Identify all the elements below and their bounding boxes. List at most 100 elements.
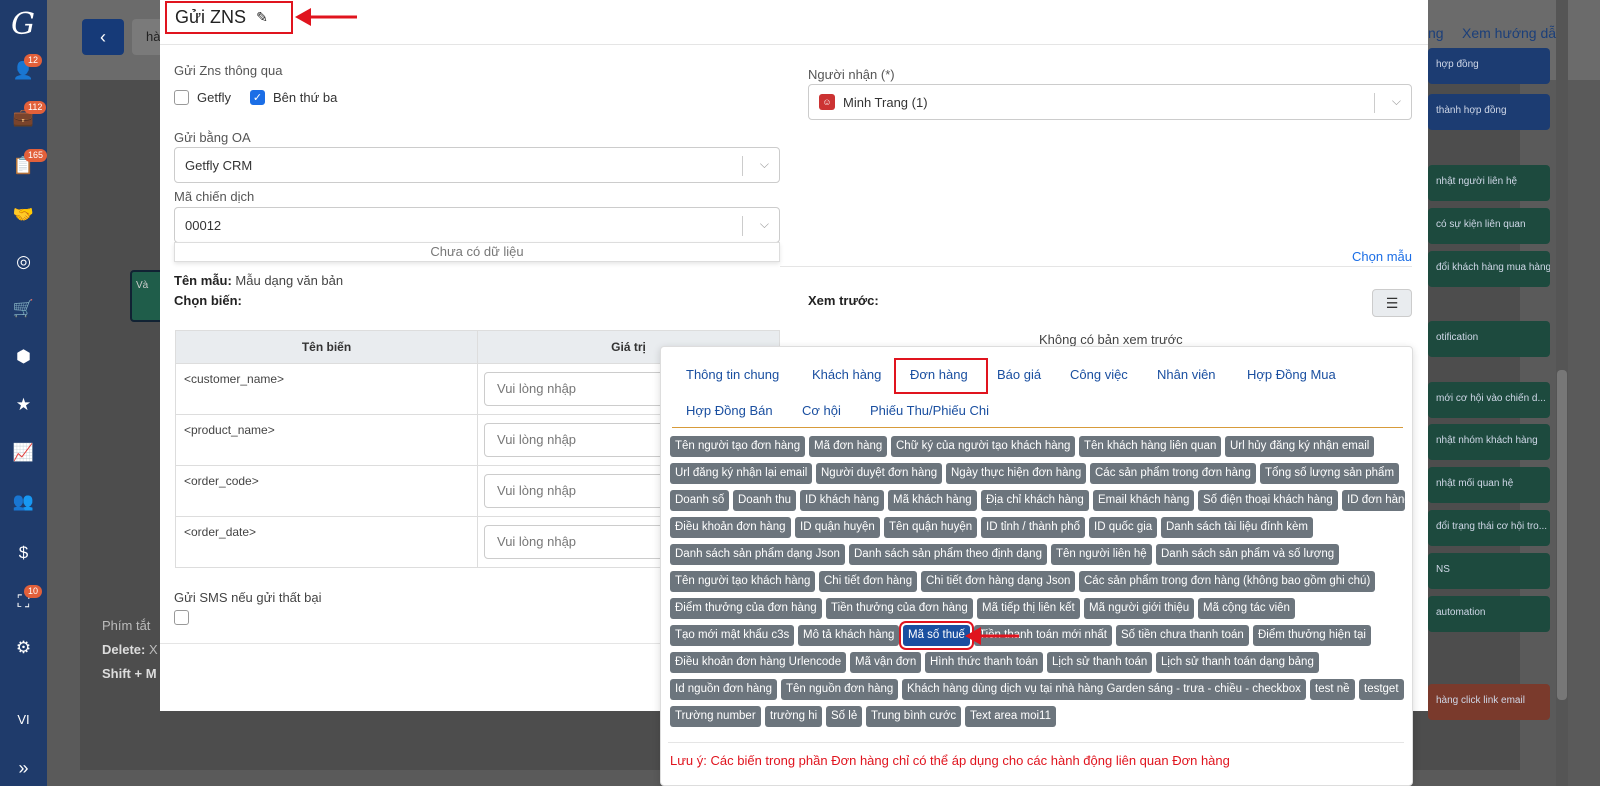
variable-tag[interactable]: Điểm thưởng hiện tại [1253,625,1371,646]
variable-tag[interactable]: Danh sách tài liệu đính kèm [1161,517,1313,538]
variable-tag[interactable]: Trường number [670,706,761,727]
tab-1[interactable]: Khách hàng [812,367,881,382]
sidebar-expand-icon[interactable]: » [0,758,47,779]
action-item[interactable]: nhật người liên hệ [1428,165,1550,201]
variable-tag[interactable]: Mã đơn hàng [809,436,888,457]
action-item[interactable]: nhật mối quan hệ [1428,467,1550,503]
scrollbar-thumb[interactable] [1557,370,1567,700]
tag-selected[interactable]: Mã số thuế [903,625,970,646]
variable-tag[interactable]: Text area moi11 [965,706,1056,727]
action-item[interactable]: NS [1428,553,1550,589]
sidebar-boxes-icon[interactable]: ⬢ [0,342,47,372]
header-link-partial[interactable]: ng [1428,25,1444,41]
tab-6[interactable]: Hợp Đồng Mua [1247,367,1336,382]
sidebar-user-icon[interactable]: 👥 [0,487,47,517]
var-value-input[interactable]: Vui lòng nhập [484,474,684,508]
sidebar-handshake-icon[interactable]: 🤝 [0,200,47,230]
variable-tag[interactable]: ID đơn hàng [1342,490,1405,511]
tab-7[interactable]: Hợp Đồng Bán [686,403,773,418]
sidebar-dollar-icon[interactable]: $ [0,538,47,568]
checkbox-box[interactable] [174,90,189,105]
action-item[interactable]: hàng click link email [1428,684,1550,720]
variable-tag[interactable]: ID quận huyện [795,517,880,538]
background-search[interactable]: hà [132,19,162,55]
variable-tag[interactable]: Mã vận đơn [850,652,922,673]
app-logo-icon[interactable]: G [4,6,42,42]
variable-tag[interactable]: Điều khoản đơn hàng Urlencode [670,652,847,673]
choose-template-link[interactable]: Chọn mẫu [1352,249,1412,264]
checkbox-getfly[interactable]: Getfly [174,90,231,105]
campaign-select[interactable]: 00012 ⌵ [174,207,780,243]
tab-8[interactable]: Cơ hội [802,403,841,418]
variable-tag[interactable]: Doanh số [670,490,730,511]
variable-tag[interactable]: ID khách hàng [800,490,885,511]
variable-tag[interactable]: Doanh thu [733,490,797,511]
variable-tag[interactable]: Tên người liên hệ [1051,544,1152,565]
variable-tag[interactable]: Url đăng ký nhận lại email [670,463,813,484]
sidebar-target-icon[interactable]: ◎ [0,247,47,277]
variable-tag[interactable]: Địa chỉ khách hàng [981,490,1089,511]
variable-tag[interactable]: Danh sách sản phẩm và số lượng [1156,544,1340,565]
variable-tag[interactable]: testget [1359,679,1404,700]
variable-tag[interactable]: Số điện thoại khách hàng [1198,490,1338,511]
variable-tag[interactable]: Điểm thưởng của đơn hàng [670,598,822,619]
check-icon[interactable]: ✓ [250,90,265,105]
action-item[interactable]: đổi khách hàng mua hàng [1428,251,1550,287]
variable-tag[interactable]: Mã khách hàng [888,490,977,511]
variable-tag[interactable]: Khách hàng dùng dịch vụ tại nhà hàng Gar… [902,679,1306,700]
action-item[interactable]: mới cơ hội vào chiến d... [1428,382,1550,418]
variable-tag[interactable]: Danh sách sản phẩm theo định dạng [849,544,1047,565]
sidebar-gear-icon[interactable]: ⚙ [0,633,47,663]
variable-tag[interactable]: Tên người tạo khách hàng [670,571,816,592]
variable-tag[interactable]: Url hủy đăng ký nhận email [1225,436,1375,457]
back-button[interactable]: ‹ [82,19,124,55]
action-item[interactable]: automation [1428,596,1550,632]
tab-0[interactable]: Thông tin chung [686,367,779,382]
var-value-input[interactable]: Vui lòng nhập [484,525,684,559]
variable-tag[interactable]: Chi tiết đơn hàng dạng Json [921,571,1076,592]
list-icon[interactable]: ☰ [1372,289,1412,317]
variable-tag[interactable]: Số lẻ [826,706,863,727]
checkbox-third-party[interactable]: ✓ Bên thứ ba [250,90,337,105]
var-value-input[interactable]: Vui lòng nhập [484,423,684,457]
action-item[interactable]: thành hợp đồng [1428,94,1550,130]
oa-select[interactable]: Getfly CRM ⌵ [174,147,780,183]
variable-tag[interactable]: ID tỉnh / thành phố [981,517,1085,538]
action-item[interactable]: có sự kiện liên quan [1428,208,1550,244]
variable-tag[interactable]: Lịch sử thanh toán dạng bảng [1156,652,1319,673]
tab-3[interactable]: Báo giá [997,367,1041,382]
action-item[interactable]: otification [1428,321,1550,357]
variable-tag[interactable]: Email khách hàng [1093,490,1195,511]
tab-9[interactable]: Phiếu Thu/Phiếu Chi [870,403,989,418]
variable-tag[interactable]: Mô tả khách hàng [798,625,900,646]
variable-tag[interactable]: Tên người tạo đơn hàng [670,436,806,457]
variable-tag[interactable]: Mã người giới thiệu [1084,598,1195,619]
variable-tag[interactable]: Tạo mới mật khẩu c3s [670,625,795,646]
sidebar-cart-icon[interactable]: 🛒 [0,294,47,324]
language-switch[interactable]: VI [0,712,47,727]
pencil-icon[interactable]: ✎ [256,9,268,26]
variable-tag[interactable]: Tên khách hàng liên quan [1079,436,1222,457]
action-item[interactable]: hợp đồng [1428,48,1550,84]
variable-tag[interactable]: ID quốc gia [1089,517,1158,538]
variable-tag[interactable]: Mã tiếp thị liên kết [977,598,1080,619]
sidebar-contacts-icon[interactable]: 👤 12 [0,54,47,86]
variable-tag[interactable]: Tổng số lượng sản phẩm [1260,463,1400,484]
guide-link[interactable]: Xem hướng dẫn [1462,25,1564,41]
sidebar-org-icon[interactable]: ⛶ 10 [0,585,47,617]
variable-tag[interactable]: Danh sách sản phẩm dạng Json [670,544,845,565]
sidebar-briefcase-icon[interactable]: 💼 112 [0,101,47,133]
variable-tag[interactable]: Id nguồn đơn hàng [670,679,778,700]
variable-tag[interactable]: Trung bình cước [866,706,962,727]
sidebar-chart-icon[interactable]: 📈 [0,438,47,468]
action-item[interactable]: nhật nhóm khách hàng [1428,424,1550,460]
variable-tag[interactable]: trường hi [765,706,823,727]
sms-fallback-checkbox[interactable] [174,610,189,625]
variable-tag[interactable]: Chi tiết đơn hàng [819,571,918,592]
variable-tag[interactable]: Điều khoản đơn hàng [670,517,791,538]
variable-tag[interactable]: Người duyệt đơn hàng [816,463,943,484]
tab-4[interactable]: Công việc [1070,367,1128,382]
variable-tag[interactable]: Các sản phẩm trong đơn hàng (không bao g… [1079,571,1376,592]
action-item[interactable]: đổi trạng thái cơ hội tro... [1428,510,1550,546]
recipient-select[interactable]: ☺ Minh Trang (1) ⌵ [808,84,1412,120]
